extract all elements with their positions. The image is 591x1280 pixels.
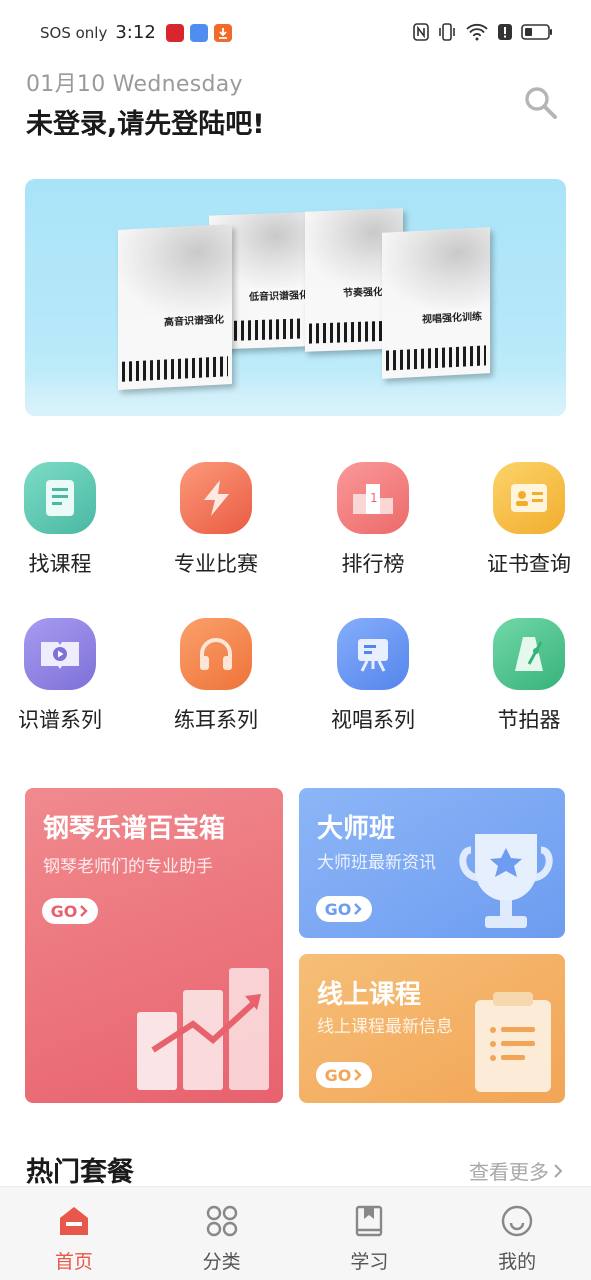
banner-book-title: 高音识谱强化: [164, 314, 224, 329]
promo-banner[interactable]: 低音识谱强化 节奏强化 高音识谱强化 视唱强化训练: [25, 179, 566, 416]
study-book-icon: [356, 1205, 383, 1237]
book-icon: [46, 480, 74, 516]
grid-label: 排行榜: [341, 552, 405, 576]
clipboard-icon: [475, 992, 551, 1092]
growth-chart-icon: [137, 968, 269, 1090]
app-blue-icon: [189, 23, 208, 42]
metronome-icon: [515, 637, 543, 671]
card-title: 钢琴乐谱百宝箱: [43, 814, 226, 844]
battery-icon: [521, 22, 553, 42]
grid-ear-training[interactable]: 练耳系列: [161, 618, 271, 734]
view-more-link[interactable]: 查看更多: [469, 1156, 563, 1185]
go-label: GO: [324, 1065, 352, 1085]
nav-category[interactable]: 分类: [148, 1187, 296, 1280]
view-more-label: 查看更多: [469, 1160, 549, 1184]
grid-metronome[interactable]: 节拍器: [474, 618, 584, 734]
easel-icon: [358, 639, 388, 672]
card-subtitle: 大师班最新资讯: [317, 853, 436, 873]
home-icon: [59, 1207, 88, 1235]
nav-label: 学习: [350, 1251, 389, 1273]
master-class-card[interactable]: 大师班 大师班最新资讯 GO: [299, 788, 565, 938]
date-label: 01月10 Wednesday: [26, 72, 243, 97]
card-subtitle: 钢琴老师们的专业助手: [43, 857, 213, 877]
nav-label: 我的: [498, 1251, 537, 1273]
chevron-right-icon: [554, 1163, 563, 1178]
grid-find-course[interactable]: 找课程: [5, 462, 115, 578]
nav-label: 首页: [54, 1251, 93, 1273]
nav-profile[interactable]: 我的: [443, 1187, 591, 1280]
go-button[interactable]: GO: [42, 898, 98, 924]
piano-score-card[interactable]: 钢琴乐谱百宝箱 钢琴老师们的专业助手 GO: [25, 788, 283, 1103]
svg-text:1: 1: [370, 491, 378, 505]
chevron-right-icon: [80, 905, 89, 917]
grid-label: 节拍器: [497, 708, 561, 732]
go-button[interactable]: GO: [316, 1062, 372, 1088]
online-course-card[interactable]: 线上课程 线上课程最新信息 GO: [299, 954, 565, 1103]
search-button[interactable]: [522, 84, 560, 122]
search-icon: [525, 87, 557, 119]
chevron-right-icon: [354, 903, 363, 915]
alert-icon: [497, 22, 513, 42]
bottom-nav: 首页 分类 学习 我的: [0, 1186, 591, 1280]
banner-book-title: 低音识谱强化: [249, 290, 305, 304]
video-book-icon: [41, 642, 79, 669]
banner-book-title: 视唱强化训练: [422, 311, 482, 326]
lightning-icon: [204, 480, 229, 516]
grid-score-reading[interactable]: 识谱系列: [5, 618, 115, 734]
nfc-icon: [413, 22, 429, 42]
grid-sight-singing[interactable]: 视唱系列: [318, 618, 428, 734]
status-bar: SOS only 3:12: [0, 0, 591, 66]
banner-book: 视唱强化训练: [382, 227, 490, 379]
grid-ranking[interactable]: 1 排行榜: [318, 462, 428, 578]
banner-book: 高音识谱强化: [118, 224, 232, 390]
grid-certificate[interactable]: 证书查询: [474, 462, 584, 578]
chevron-right-icon: [354, 1069, 363, 1081]
vibrate-icon: [437, 22, 457, 42]
headphones-icon: [200, 638, 232, 670]
banner-book-title: 节奏强化: [343, 286, 383, 300]
download-app-icon: [213, 23, 232, 42]
card-subtitle: 线上课程最新信息: [317, 1017, 453, 1037]
grid-label: 专业比赛: [174, 552, 258, 576]
grid-label: 识谱系列: [18, 708, 102, 732]
grid-label: 证书查询: [487, 552, 571, 576]
go-button[interactable]: GO: [316, 896, 372, 922]
card-title: 线上课程: [317, 980, 422, 1010]
banner-floor: [25, 376, 566, 416]
wifi-icon: [465, 22, 489, 42]
carrier-text: SOS only: [40, 23, 108, 42]
trophy-icon: [459, 834, 553, 928]
podium-icon: 1: [353, 484, 393, 514]
app-red-icon: [165, 23, 184, 42]
card-title: 大师班: [317, 814, 396, 844]
id-card-icon: [511, 484, 547, 512]
go-label: GO: [50, 901, 78, 921]
status-time: 3:12: [115, 22, 156, 43]
grid-label: 练耳系列: [174, 708, 258, 732]
grid-competition[interactable]: 专业比赛: [161, 462, 271, 578]
grid-label: 视唱系列: [331, 708, 415, 732]
nav-label: 分类: [202, 1251, 241, 1273]
go-label: GO: [324, 899, 352, 919]
nav-home[interactable]: 首页: [0, 1187, 148, 1280]
category-icon: [206, 1205, 237, 1237]
nav-study[interactable]: 学习: [296, 1187, 444, 1280]
grid-label: 找课程: [28, 552, 92, 576]
profile-icon: [501, 1205, 533, 1237]
hot-packages-title: 热门套餐: [26, 1157, 134, 1188]
login-greeting[interactable]: 未登录,请先登陆吧!: [26, 102, 265, 141]
